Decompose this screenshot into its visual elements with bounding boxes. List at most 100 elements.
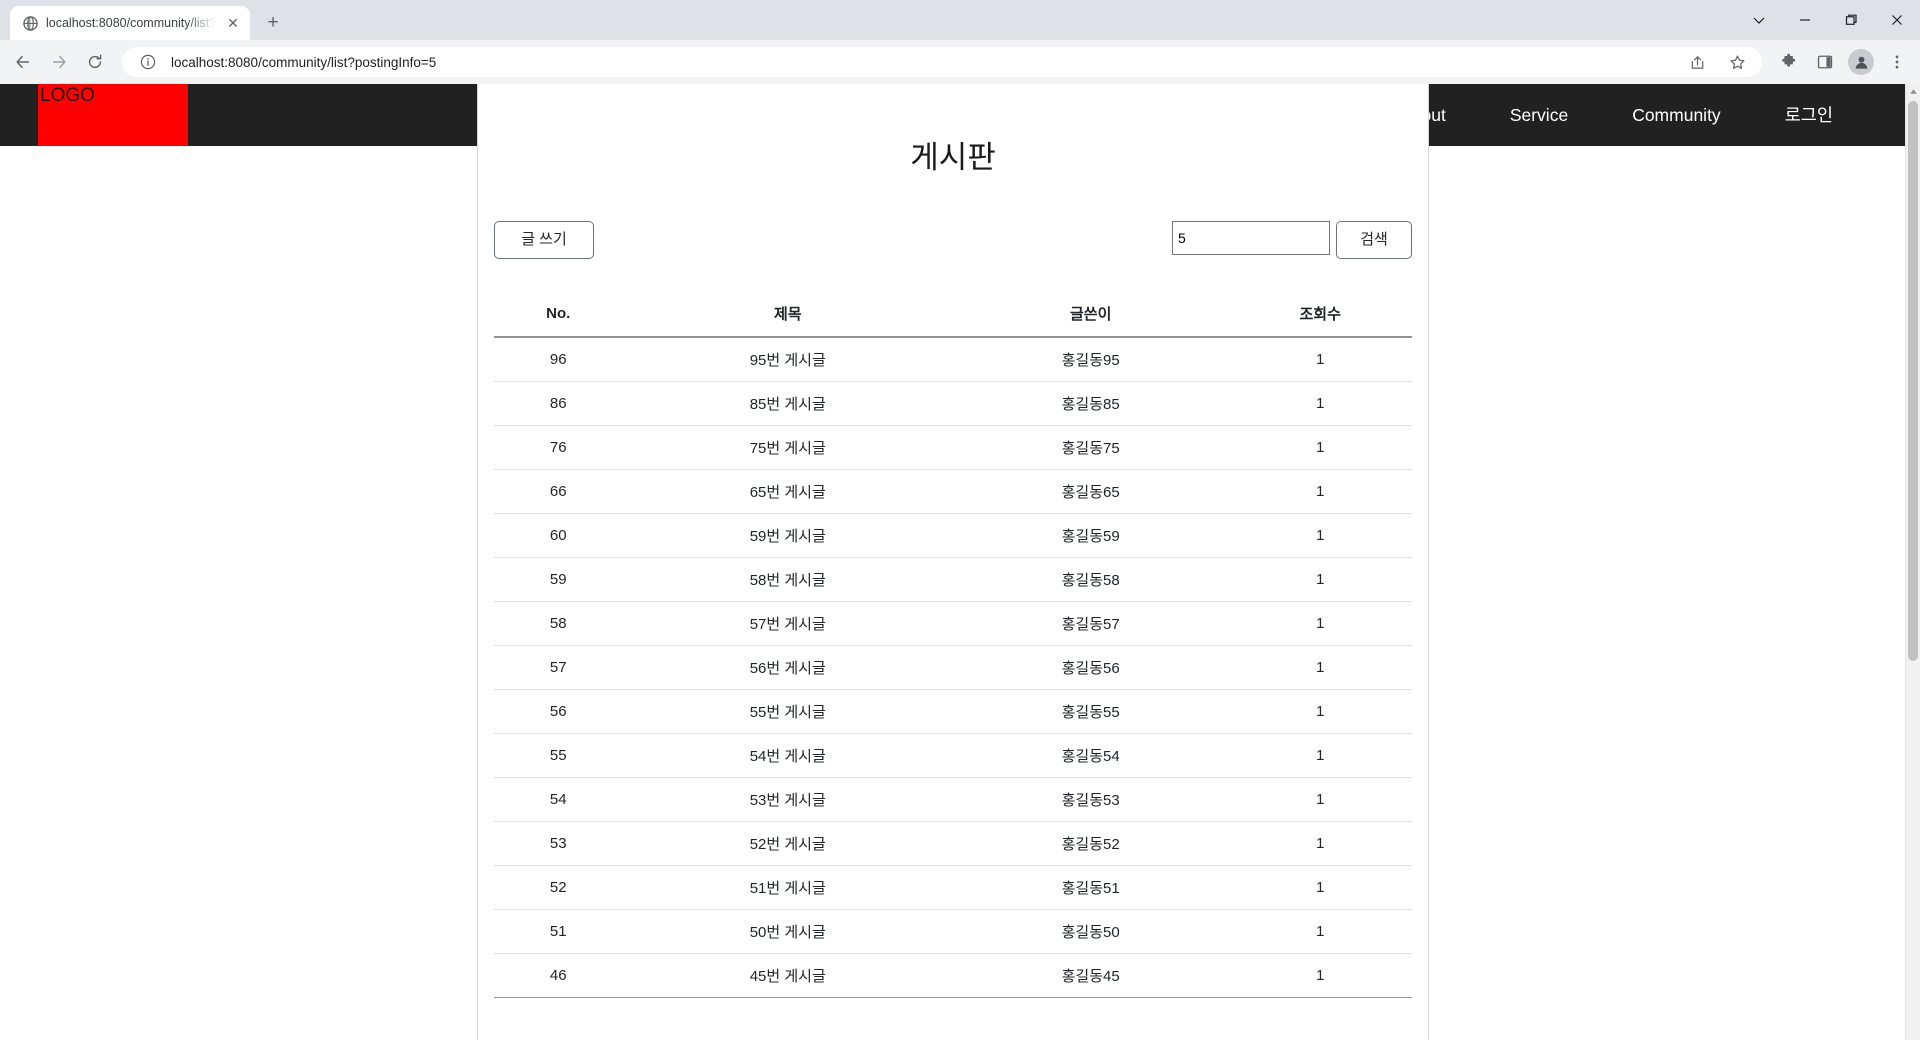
post-views: 1 xyxy=(1228,821,1412,866)
post-number: 46 xyxy=(494,953,623,998)
post-number: 59 xyxy=(494,557,623,602)
post-number: 53 xyxy=(494,821,623,866)
window-controls xyxy=(1736,0,1920,40)
profile-avatar-button[interactable] xyxy=(1844,45,1878,79)
post-views: 1 xyxy=(1228,865,1412,910)
post-title[interactable]: 59번 게시글 xyxy=(622,513,953,558)
web-page: LOGO HOME About Service Community 로그인 게시… xyxy=(0,84,1905,1040)
back-icon[interactable] xyxy=(6,45,40,79)
post-writer: 홍길동59 xyxy=(952,513,1229,558)
post-title[interactable]: 55번 게시글 xyxy=(622,689,953,734)
nav-item-community[interactable]: Community xyxy=(1600,84,1753,146)
post-writer: 홍길동57 xyxy=(952,601,1229,646)
maximize-icon[interactable] xyxy=(1828,0,1874,40)
table-row[interactable]: 66 65번 게시글 홍길동65 1 xyxy=(494,469,1412,514)
table-row[interactable]: 58 57번 게시글 홍길동57 1 xyxy=(494,601,1412,646)
three-dots-vertical-icon[interactable] xyxy=(1880,45,1914,79)
column-header-title: 제목 xyxy=(622,291,953,338)
table-row[interactable]: 46 45번 게시글 홍길동45 1 xyxy=(494,953,1412,998)
share-icon[interactable] xyxy=(1684,49,1710,75)
page-title: 게시판 xyxy=(910,140,996,175)
table-row[interactable]: 51 50번 게시글 홍길동50 1 xyxy=(494,909,1412,954)
post-title[interactable]: 53번 게시글 xyxy=(622,777,953,822)
board-table: No. 제목 글쓴이 조회수 96 95번 게시글 홍길동95 1 86 85번 게시글 홍… xyxy=(494,291,1412,998)
post-number: 86 xyxy=(494,381,623,426)
scroll-up-arrow-icon[interactable] xyxy=(1906,84,1920,99)
post-writer: 홍길동50 xyxy=(952,909,1229,954)
scrollbar-thumb[interactable] xyxy=(1908,101,1918,661)
post-title[interactable]: 51번 게시글 xyxy=(622,865,953,910)
table-row[interactable]: 56 55번 게시글 홍길동55 1 xyxy=(494,689,1412,734)
post-title[interactable]: 75번 게시글 xyxy=(622,425,953,470)
post-views: 1 xyxy=(1228,381,1412,426)
globe-icon xyxy=(22,15,38,31)
browser-tab[interactable]: localhost:8080/community/list?p ✕ xyxy=(10,6,250,40)
table-row[interactable]: 76 75번 게시글 홍길동75 1 xyxy=(494,425,1412,470)
post-number: 76 xyxy=(494,425,623,470)
tab-close-icon[interactable]: ✕ xyxy=(224,14,242,32)
nav-item-service[interactable]: Service xyxy=(1478,84,1600,146)
table-row[interactable]: 55 54번 게시글 홍길동54 1 xyxy=(494,733,1412,778)
tab-strip: localhost:8080/community/list?p ✕ + xyxy=(0,0,1920,40)
table-row[interactable]: 59 58번 게시글 홍길동58 1 xyxy=(494,557,1412,602)
table-header-row: No. 제목 글쓴이 조회수 xyxy=(494,291,1412,338)
post-number: 60 xyxy=(494,513,623,558)
post-title[interactable]: 54번 게시글 xyxy=(622,733,953,778)
post-writer: 홍길동52 xyxy=(952,821,1229,866)
post-title[interactable]: 85번 게시글 xyxy=(622,381,953,426)
search-button[interactable]: 검색 xyxy=(1336,221,1412,259)
post-title[interactable]: 65번 게시글 xyxy=(622,469,953,514)
page-scrollbar[interactable] xyxy=(1905,84,1920,1040)
post-writer: 홍길동54 xyxy=(952,733,1229,778)
new-tab-button[interactable]: + xyxy=(258,8,288,38)
post-title[interactable]: 52번 게시글 xyxy=(622,821,953,866)
nav-item-login[interactable]: 로그인 xyxy=(1753,84,1905,146)
search-input[interactable] xyxy=(1172,221,1330,255)
star-icon[interactable] xyxy=(1724,49,1750,75)
post-writer: 홍길동45 xyxy=(952,953,1229,998)
site-logo[interactable]: LOGO xyxy=(38,84,188,146)
board-container: 게시판 글 쓰기 검색 No. 제목 xyxy=(477,84,1429,1040)
post-title[interactable]: 57번 게시글 xyxy=(622,601,953,646)
write-post-button[interactable]: 글 쓰기 xyxy=(494,221,594,259)
post-writer: 홍길동95 xyxy=(952,337,1229,382)
post-number: 96 xyxy=(494,337,623,382)
close-icon[interactable] xyxy=(1874,0,1920,40)
post-writer: 홍길동85 xyxy=(952,381,1229,426)
table-row[interactable]: 60 59번 게시글 홍길동59 1 xyxy=(494,513,1412,558)
post-views: 1 xyxy=(1228,777,1412,822)
post-writer: 홍길동51 xyxy=(952,865,1229,910)
table-row[interactable]: 54 53번 게시글 홍길동53 1 xyxy=(494,777,1412,822)
tab-title: localhost:8080/community/list?p xyxy=(46,16,216,30)
puzzle-icon[interactable] xyxy=(1772,45,1806,79)
table-row[interactable]: 86 85번 게시글 홍길동85 1 xyxy=(494,381,1412,426)
info-circle-icon[interactable] xyxy=(135,49,161,75)
table-row[interactable]: 53 52번 게시글 홍길동52 1 xyxy=(494,821,1412,866)
post-title[interactable]: 50번 게시글 xyxy=(622,909,953,954)
post-title[interactable]: 58번 게시글 xyxy=(622,557,953,602)
table-row[interactable]: 57 56번 게시글 홍길동56 1 xyxy=(494,645,1412,690)
reload-icon[interactable] xyxy=(78,45,112,79)
column-header-writer: 글쓴이 xyxy=(952,291,1229,338)
post-views: 1 xyxy=(1228,513,1412,558)
forward-icon[interactable] xyxy=(42,45,76,79)
post-title[interactable]: 45번 게시글 xyxy=(622,953,953,998)
post-views: 1 xyxy=(1228,337,1412,382)
table-row[interactable]: 52 51번 게시글 홍길동51 1 xyxy=(494,865,1412,910)
board-table-body: 96 95번 게시글 홍길동95 1 86 85번 게시글 홍길동85 1 76 75번 게시글 홍… xyxy=(494,337,1412,998)
post-number: 66 xyxy=(494,469,623,514)
post-views: 1 xyxy=(1228,601,1412,646)
post-views: 1 xyxy=(1228,953,1412,998)
post-title[interactable]: 56번 게시글 xyxy=(622,645,953,690)
post-writer: 홍길동75 xyxy=(952,425,1229,470)
side-panel-icon[interactable] xyxy=(1808,45,1842,79)
chevron-down-icon[interactable] xyxy=(1736,0,1782,40)
post-views: 1 xyxy=(1228,469,1412,514)
address-bar[interactable]: localhost:8080/community/list?postingInf… xyxy=(122,47,1762,77)
post-number: 54 xyxy=(494,777,623,822)
post-number: 56 xyxy=(494,689,623,734)
post-writer: 홍길동56 xyxy=(952,645,1229,690)
minimize-icon[interactable] xyxy=(1782,0,1828,40)
table-row[interactable]: 96 95번 게시글 홍길동95 1 xyxy=(494,337,1412,382)
post-title[interactable]: 95번 게시글 xyxy=(622,337,953,382)
